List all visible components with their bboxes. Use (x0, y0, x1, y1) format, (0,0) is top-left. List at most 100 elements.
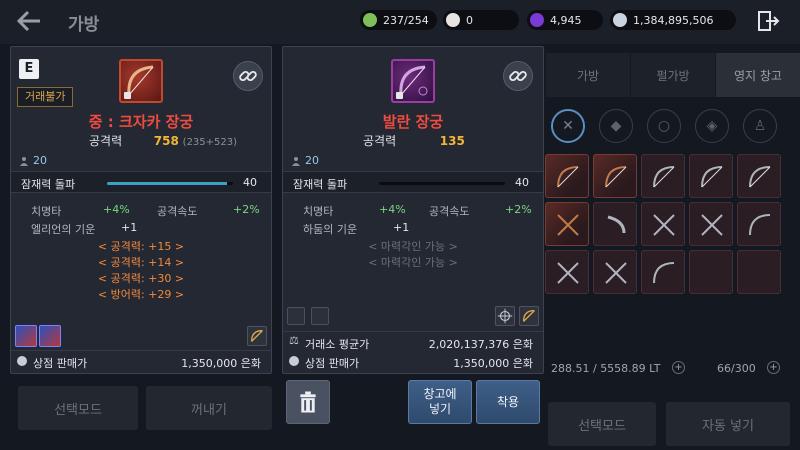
enchant-line: < 공격력: +15 > (97, 240, 185, 253)
inventory-slot[interactable] (641, 250, 685, 294)
potion-filter-icon[interactable]: ♙ (743, 109, 777, 143)
market-price-value: 2,020,137,376 은화 (428, 338, 533, 351)
potential-bar-fill (107, 182, 227, 185)
bow-icon (701, 166, 723, 188)
crossbow-icon (653, 214, 675, 236)
enchant-line: < 공격력: +14 > (97, 256, 185, 269)
empty-gem-slot-icon[interactable] (311, 307, 329, 325)
inventory-slot[interactable] (593, 154, 637, 198)
potential-row: 잠재력 돌파 40 (283, 171, 543, 193)
tab-pearl-bag[interactable]: 펄가방 (630, 53, 715, 97)
inventory-slot[interactable] (737, 154, 781, 198)
silver-counter: 1,384,895,506 (610, 10, 736, 30)
speed-stat: 공격속도 (429, 205, 470, 218)
crossbow-icon (557, 214, 579, 236)
store-in-warehouse-button[interactable]: 창고에 넣기 (408, 380, 472, 424)
potential-row: 잠재력 돌파 40 (11, 171, 271, 193)
extra-value: +1 (121, 221, 138, 234)
expand-weight-icon[interactable]: + (672, 361, 685, 374)
item-icon (391, 59, 435, 103)
enchant-line: < 마력각인 가능 > (368, 256, 458, 269)
select-mode-button-right[interactable]: 선택모드 (548, 402, 656, 446)
extra-value: +1 (393, 221, 410, 234)
select-mode-button-left[interactable]: 선택모드 (18, 386, 138, 430)
crossbow-icon (557, 262, 579, 284)
grade-badge: E (19, 59, 39, 79)
extra-stat: 하둠의 기운 (303, 223, 358, 236)
extra-stat: 엘리언의 기운 (31, 223, 96, 236)
category-filter-row: ✕ ◆ ○ ◈ ♙ (545, 102, 800, 150)
inventory-slot[interactable] (545, 154, 589, 198)
crystal-icon (530, 13, 544, 27)
armor-filter-icon[interactable]: ◆ (599, 109, 633, 143)
money-bag-icon (17, 356, 27, 366)
inventory-grid (545, 154, 800, 294)
crit-value: +4% (103, 203, 130, 216)
potential-bar (107, 182, 233, 185)
bow-type-icon[interactable] (247, 326, 267, 346)
gem-slot-icon[interactable] (15, 325, 37, 347)
speed-stat: 공격속도 (157, 205, 198, 218)
tab-estate-storage[interactable]: 영지 창고 (715, 53, 800, 97)
ring-filter-icon[interactable]: ○ (647, 109, 681, 143)
inventory-slot[interactable] (641, 202, 685, 246)
energy-icon (363, 13, 377, 27)
selected-item-tooltip: 발란 장궁 공격력 135 20 잠재력 돌파 40 치명타 +4% 공격속도 … (282, 46, 544, 374)
equipped-item-tooltip: E 거래불가 중 : 크자카 장궁 공격력 758 (235+523) 20 잠… (10, 46, 272, 374)
item-name: 중 : 크자카 장궁 (88, 113, 194, 131)
scale-icon: ⚖ (289, 334, 299, 347)
inventory-slot[interactable] (593, 250, 637, 294)
tab-bag[interactable]: 가방 (545, 53, 630, 97)
storage-weight: 288.51 / 5558.89 LT (551, 362, 661, 375)
back-arrow-icon[interactable] (14, 8, 44, 34)
shield-filter-icon[interactable]: ◈ (695, 109, 729, 143)
bow-type-icon[interactable] (519, 306, 539, 326)
potential-label: 잠재력 돌파 (293, 178, 348, 191)
expand-slots-icon[interactable]: + (767, 361, 780, 374)
inventory-slot[interactable] (689, 202, 733, 246)
inventory-slot[interactable] (545, 250, 589, 294)
bow-icon (653, 166, 675, 188)
inventory-slot[interactable] (593, 202, 637, 246)
delete-button[interactable] (286, 380, 330, 424)
equip-button[interactable]: 착용 (476, 380, 540, 424)
bow-icon (653, 262, 675, 284)
inventory-slot[interactable] (641, 154, 685, 198)
screen-title: 가방 (68, 15, 100, 35)
bow-icon (557, 166, 579, 188)
weapon-filter-icon[interactable]: ✕ (551, 109, 585, 143)
exit-icon[interactable] (756, 9, 780, 33)
silver-icon (613, 13, 627, 27)
inventory-slot[interactable] (737, 202, 781, 246)
potential-value: 40 (515, 176, 529, 189)
gem-slot-icon[interactable] (39, 325, 61, 347)
take-out-button[interactable]: 꺼내기 (146, 386, 272, 430)
storage-tabs: 가방 펄가방 영지 창고 (545, 53, 800, 97)
empty-gem-slot-icon[interactable] (287, 307, 305, 325)
inventory-slot[interactable] (689, 154, 733, 198)
crosshair-icon[interactable] (495, 306, 515, 326)
crit-value: +4% (379, 203, 406, 216)
potential-label: 잠재력 돌파 (21, 178, 76, 191)
inventory-slot[interactable] (737, 250, 781, 294)
attack-value: 135 (439, 134, 465, 148)
storage-slots: 66/300 (717, 362, 756, 375)
inventory-slot[interactable] (545, 202, 589, 246)
shop-price-row: 상점 판매가 1,350,000 은화 (283, 351, 543, 371)
auto-store-button[interactable]: 자동 넣기 (666, 402, 790, 446)
crystal-counter: 4,945 (527, 10, 603, 30)
link-icon[interactable] (503, 61, 533, 91)
item-name: 발란 장궁 (382, 113, 444, 131)
lock-icon (396, 92, 403, 99)
link-icon[interactable] (233, 61, 263, 91)
money-bag-icon (289, 356, 299, 366)
inventory-slot[interactable] (689, 250, 733, 294)
crit-stat: 치명타 (303, 205, 334, 218)
market-price-row: ⚖ 거래소 평균가 2,020,137,376 은화 (283, 331, 543, 351)
enhance-level: 20 (19, 154, 47, 167)
attack-row: 공격력 135 (363, 132, 465, 149)
speed-value: +2% (505, 203, 532, 216)
crit-stat: 치명타 (31, 205, 62, 218)
crossbow-icon (701, 214, 723, 236)
shop-price-value: 1,350,000 은화 (181, 357, 261, 370)
